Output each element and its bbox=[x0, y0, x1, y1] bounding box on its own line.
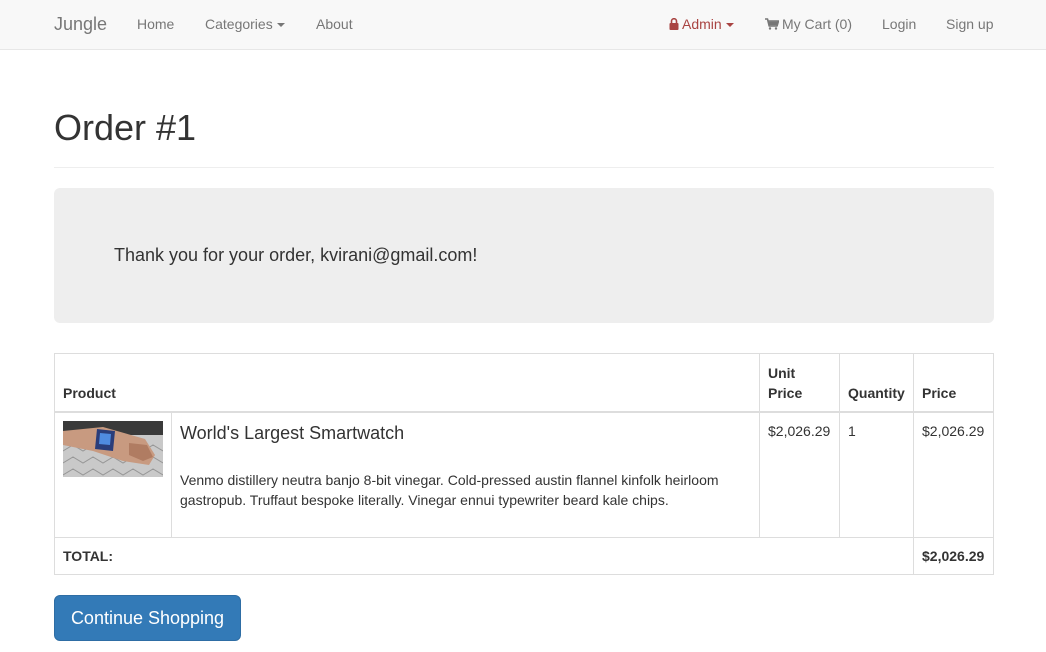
product-image[interactable] bbox=[63, 420, 163, 477]
nav-admin-dropdown[interactable]: Admin bbox=[669, 15, 734, 34]
nav-cart-label: My Cart (0) bbox=[782, 16, 852, 32]
header-product: Product bbox=[54, 353, 760, 413]
lock-icon bbox=[669, 16, 679, 34]
thank-you-message: Thank you for your order, kvirani@gmail.… bbox=[114, 245, 478, 265]
total-row: TOTAL: $2,026.29 bbox=[54, 537, 994, 575]
nav-cart-link[interactable]: My Cart (0) bbox=[765, 15, 852, 34]
quantity-cell: 1 bbox=[839, 411, 914, 538]
title-divider bbox=[54, 167, 994, 168]
nav-categories-label: Categories bbox=[205, 16, 273, 32]
header-quantity: Quantity bbox=[839, 353, 914, 413]
page-title: Order #1 bbox=[54, 107, 197, 148]
nav-admin-label: Admin bbox=[682, 16, 722, 32]
product-thumbnail-cell bbox=[54, 411, 172, 538]
caret-down-icon bbox=[725, 23, 734, 28]
nav-about-link[interactable]: About bbox=[316, 15, 353, 33]
header-price: Price bbox=[913, 353, 994, 413]
order-confirmation-panel: Thank you for your order, kvirani@gmail.… bbox=[54, 188, 994, 323]
price-cell: $2,026.29 bbox=[913, 411, 994, 538]
order-table: Product Unit Price Quantity Price World'… bbox=[54, 353, 994, 575]
product-name: World's Largest Smartwatch bbox=[180, 422, 405, 443]
table-row: World's Largest Smartwatch Venmo distill… bbox=[54, 411, 994, 538]
nav-categories-dropdown[interactable]: Categories bbox=[205, 15, 285, 33]
unit-price-cell: $2,026.29 bbox=[759, 411, 840, 538]
table-header-row: Product Unit Price Quantity Price bbox=[54, 353, 994, 413]
navbar: Jungle Home Categories About Admin My Ca… bbox=[0, 0, 1046, 50]
nav-signup-link[interactable]: Sign up bbox=[946, 15, 993, 33]
header-unit-price: Unit Price bbox=[759, 353, 840, 413]
brand-link[interactable]: Jungle bbox=[54, 14, 107, 34]
nav-login-link[interactable]: Login bbox=[882, 15, 916, 33]
total-label: TOTAL: bbox=[54, 537, 914, 575]
shopping-cart-icon bbox=[765, 16, 780, 34]
product-info-cell: World's Largest Smartwatch Venmo distill… bbox=[171, 411, 760, 538]
caret-down-icon bbox=[276, 23, 285, 28]
nav-home-link[interactable]: Home bbox=[137, 15, 174, 33]
product-description: Venmo distillery neutra banjo 8-bit vine… bbox=[180, 471, 719, 508]
continue-shopping-button[interactable]: Continue Shopping bbox=[54, 595, 241, 641]
total-value: $2,026.29 bbox=[913, 537, 994, 575]
